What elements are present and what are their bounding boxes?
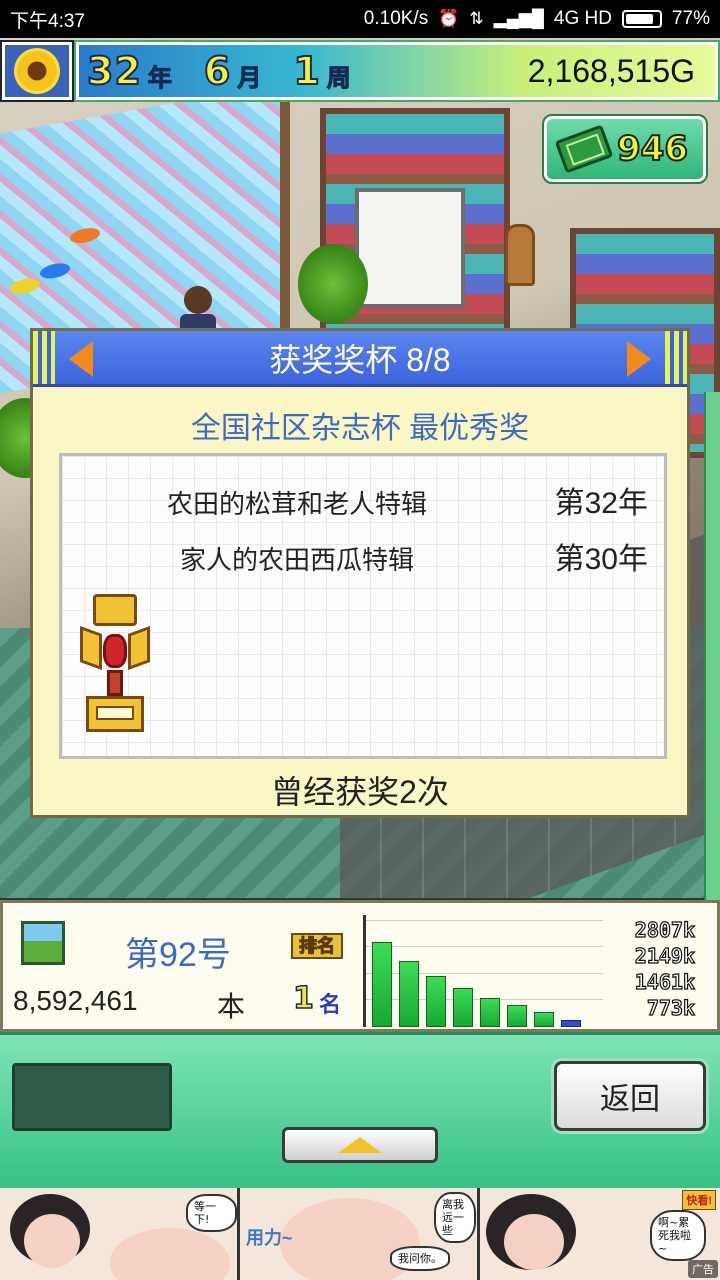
top-hud: 32 年 6 月 1 周 2,168,515G	[0, 38, 720, 104]
battery-percent: 77%	[671, 8, 710, 29]
list-item: 农田的松茸和老人特辑 第32年	[62, 484, 664, 524]
sales-unit: 本	[217, 991, 246, 1022]
magazine-cover-icon	[21, 921, 65, 965]
triangle-up-icon	[338, 1137, 382, 1153]
month-unit: 月	[237, 64, 262, 93]
empty-slot	[12, 1063, 172, 1131]
data-transfer-icon: ⇅	[469, 9, 484, 28]
chart-bar	[399, 961, 419, 1027]
character-head	[184, 286, 212, 314]
ad-banner[interactable]: 等一下! 离我远一些 我问你。 用力~ 啊~累死我啦~ 快看! 广告	[0, 1188, 720, 1280]
sales-bar-chart	[363, 915, 603, 1027]
alarm-icon: ⏰	[438, 9, 460, 28]
header-stripe	[33, 331, 55, 384]
whiteboard-decor	[355, 188, 465, 308]
ad-comic-panel: 啊~累死我啦~ 快看! 广告	[480, 1188, 720, 1280]
side-panel-edge	[704, 392, 720, 902]
year-unit: 年	[147, 64, 172, 93]
status-time: 下午4:37	[10, 10, 85, 32]
chart-bar	[561, 1020, 581, 1027]
dialog-header: 获奖奖杯 8/8	[33, 331, 687, 387]
date-money-bar: 32 年 6 月 1 周 2,168,515G	[74, 40, 720, 102]
chart-axis-labels: 2807k 2149k 1461k 773k	[609, 917, 695, 1021]
back-button[interactable]: 返回	[554, 1061, 706, 1131]
signal-icon: ▂▄▆█	[493, 9, 544, 28]
money-display: 2,168,515G	[527, 52, 695, 89]
ad-label: 广告	[688, 1260, 718, 1278]
trophy-icon	[80, 594, 150, 734]
award-name: 全国社区杂志杯 最优秀奖	[190, 412, 530, 445]
fish-icon	[10, 276, 40, 296]
chart-bar	[480, 998, 500, 1027]
rank-value: 1	[292, 980, 314, 1017]
award-list: 农田的松茸和老人特辑 第32年 家人的农田西瓜特辑 第30年	[59, 453, 667, 759]
expand-menu-button[interactable]	[282, 1127, 438, 1163]
net-speed: 0.10K/s	[363, 8, 429, 29]
ad-comic-panel: 等一下!	[0, 1188, 240, 1280]
battery-icon	[621, 10, 662, 28]
chart-bar	[534, 1012, 554, 1027]
fish-icon	[40, 261, 70, 281]
speech-bubble: 离我远一些	[434, 1192, 476, 1243]
bottom-controls: 返回	[0, 1032, 720, 1188]
chart-gridline	[366, 920, 603, 921]
chart-bar	[453, 988, 473, 1027]
entry-title: 农田的松茸和老人特辑	[166, 489, 427, 519]
chart-tick-label: 2807k	[634, 917, 695, 942]
chart-tick-label: 1461k	[634, 969, 695, 994]
sunflower-icon	[14, 48, 60, 94]
header-stripe	[665, 331, 687, 384]
week-number: 1	[292, 48, 321, 94]
gem-counter[interactable]: 946	[542, 114, 708, 184]
magazine-stats-panel: 第92号 排名 8,592,461 本 1 名 2807k 2149k 1461k 7…	[0, 900, 720, 1032]
month-number: 6	[203, 48, 232, 94]
chart-tick-label: 2149k	[634, 943, 695, 968]
game-date: 32 年 6 月 1 周	[79, 48, 377, 94]
entry-year: 第32年	[554, 487, 648, 520]
ad-badge: 快看!	[682, 1190, 716, 1210]
ad-comic-panel: 离我远一些 我问你。 用力~	[240, 1188, 480, 1280]
fish-icon	[70, 225, 100, 246]
entry-year: 第30年	[554, 543, 648, 576]
issue-number: 第92号	[125, 936, 231, 974]
chart-tick-label: 773k	[646, 995, 695, 1020]
next-arrow-icon[interactable]	[627, 341, 651, 377]
rank-unit: 名	[319, 992, 342, 1017]
sales-count: 8,592,461	[13, 985, 138, 1016]
entry-title: 家人的农田西瓜特辑	[179, 545, 414, 575]
chart-bar	[426, 976, 446, 1027]
chart-bar	[372, 942, 392, 1027]
chart-bar	[507, 1005, 527, 1027]
speech-bubble: 我问你。	[390, 1246, 450, 1271]
sound-effect-text: 用力~	[246, 1228, 293, 1248]
week-unit: 周	[326, 64, 351, 93]
book-gem-icon	[554, 124, 614, 174]
status-right: 0.10K/s ⏰ ⇅ ▂▄▆█ 4G HD 77%	[364, 8, 710, 30]
award-count: 曾经获奖2次	[271, 774, 449, 810]
dialog-title: 获奖奖杯 8/8	[269, 341, 451, 378]
company-logo[interactable]	[0, 40, 74, 102]
rank-badge: 排名	[291, 933, 343, 959]
list-item: 家人的农田西瓜特辑 第30年	[62, 540, 664, 580]
chart-gridline	[366, 946, 603, 947]
speech-bubble: 等一下!	[186, 1194, 237, 1232]
awards-dialog: 获奖奖杯 8/8 全国社区杂志杯 最优秀奖 农田的松茸和老人特辑 第32年 家人…	[30, 328, 690, 818]
gem-count: 946	[616, 128, 689, 170]
clock-icon	[505, 224, 535, 286]
prev-arrow-icon[interactable]	[69, 341, 93, 377]
speech-bubble: 啊~累死我啦~	[650, 1210, 706, 1261]
status-bar: 下午4:37 0.10K/s ⏰ ⇅ ▂▄▆█ 4G HD 77%	[0, 0, 720, 38]
year-number: 32	[86, 48, 142, 94]
plant-decor	[298, 244, 368, 324]
network-type: 4G HD	[553, 8, 612, 29]
